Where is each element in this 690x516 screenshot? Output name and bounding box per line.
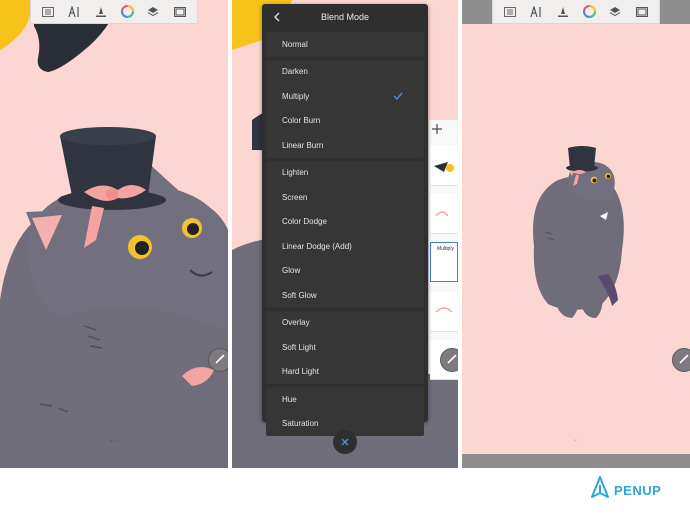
blend-mode-option-label: Soft Light: [282, 342, 316, 352]
blend-mode-option[interactable]: Glow: [266, 259, 424, 284]
blend-mode-option[interactable]: Screen: [266, 185, 424, 210]
canvas-icon[interactable]: [631, 2, 653, 22]
blend-mode-option-label: Overlay: [282, 318, 310, 328]
add-layer-icon[interactable]: [430, 122, 444, 136]
pencil-icon: [215, 351, 225, 369]
drawing-toolbar: [492, 0, 660, 24]
blend-mode-option-label: Screen: [282, 192, 308, 202]
back-arrow-icon[interactable]: [270, 10, 284, 24]
layer-blend-label: Multiply: [437, 246, 454, 252]
blend-mode-option-label: Darken: [282, 67, 308, 77]
layer-thumbnail[interactable]: [430, 146, 458, 186]
blend-mode-header: Blend Mode: [262, 4, 428, 30]
drawing-toolbar: [30, 0, 198, 24]
blend-mode-option-label: Saturation: [282, 419, 319, 429]
bottom-bar: [462, 454, 690, 468]
layers-icon[interactable]: [604, 2, 626, 22]
canvas-panel-zoomed[interactable]: •◦◦: [0, 0, 228, 468]
cat-artwork-full: [533, 146, 624, 318]
pencil-button[interactable]: [208, 348, 228, 372]
blend-mode-option-label: Linear Burn: [282, 140, 324, 150]
blend-mode-option-label: Hue: [282, 394, 297, 404]
layer-thumbnail[interactable]: [430, 194, 458, 234]
pencil-button[interactable]: [440, 348, 458, 372]
pen-icon[interactable]: [90, 2, 112, 22]
pencil-icon: [679, 351, 689, 369]
blend-mode-dialog: Blend Mode Normal Darken Multiply Color Bur…: [262, 4, 428, 436]
color-wheel-icon[interactable]: [116, 2, 138, 22]
blend-mode-option[interactable]: Lighten: [266, 161, 424, 186]
layer-thumbnail[interactable]: [430, 292, 458, 332]
pencil-button[interactable]: [672, 348, 690, 372]
blend-mode-option[interactable]: Color Dodge: [266, 210, 424, 235]
blend-mode-option[interactable]: Color Burn: [266, 109, 424, 134]
cat-artwork-zoomed: [0, 0, 228, 468]
brand-name: PENUP: [614, 482, 662, 498]
blend-mode-option[interactable]: Soft Glow: [266, 283, 424, 308]
blend-mode-option[interactable]: Linear Dodge (Add): [266, 234, 424, 259]
screenshot-collage: •◦◦ Multiply Blend Mode Normal Darken Mu…: [0, 0, 690, 516]
page-indicator: •: [574, 436, 578, 445]
blend-mode-option-label: Color Burn: [282, 116, 321, 126]
blend-mode-group: Normal: [266, 32, 424, 57]
blend-mode-option-label: Lighten: [282, 168, 309, 178]
blend-mode-option-label: Soft Glow: [282, 290, 317, 300]
blend-mode-group: Lighten Screen Color Dodge Linear Dodge (Ad…: [266, 160, 424, 308]
pencil-icon: [447, 351, 457, 369]
check-icon: [392, 90, 404, 102]
blend-mode-option[interactable]: Linear Burn: [266, 133, 424, 158]
blend-mode-option[interactable]: Hue: [266, 387, 424, 412]
text-brush-icon[interactable]: [63, 2, 85, 22]
blend-mode-option-label: Color Dodge: [282, 217, 327, 227]
canvas-icon[interactable]: [169, 2, 191, 22]
blend-mode-group: Hue Saturation: [266, 387, 424, 436]
color-wheel-icon[interactable]: [578, 2, 600, 22]
blend-mode-option-label: Hard Light: [282, 367, 319, 377]
penup-logo: PENUP: [590, 474, 661, 506]
blend-mode-option-label: Linear Dodge (Add): [282, 241, 352, 251]
pen-icon[interactable]: [552, 2, 574, 22]
blend-mode-option[interactable]: Hard Light: [266, 360, 424, 385]
blend-mode-option-label: Glow: [282, 266, 301, 276]
blend-mode-option-label: Multiply: [282, 91, 310, 101]
blend-mode-option[interactable]: Overlay: [266, 311, 424, 336]
menu-icon[interactable]: [37, 2, 59, 22]
penup-logo-icon: [590, 475, 610, 506]
blend-mode-panel: Multiply Blend Mode Normal Darken Multiply…: [232, 0, 458, 468]
close-button[interactable]: [333, 430, 357, 454]
text-brush-icon[interactable]: [525, 2, 547, 22]
layers-icon[interactable]: [142, 2, 164, 22]
blend-mode-option[interactable]: Soft Light: [266, 335, 424, 360]
close-icon: [341, 433, 349, 451]
canvas-panel-full[interactable]: •: [462, 0, 690, 468]
blend-mode-group: Overlay Soft Light Hard Light: [266, 310, 424, 385]
blend-mode-option[interactable]: Multiply: [266, 84, 424, 109]
blend-mode-option-label: Normal: [282, 39, 308, 49]
blend-mode-option[interactable]: Normal: [266, 32, 424, 57]
blend-mode-group: Darken Multiply Color Burn Linear Burn: [266, 59, 424, 158]
menu-icon[interactable]: [499, 2, 521, 22]
blend-mode-list: Normal Darken Multiply Color Burn Linear Bur…: [262, 32, 428, 436]
blend-mode-option[interactable]: Darken: [266, 60, 424, 85]
blend-mode-title: Blend Mode: [320, 12, 370, 22]
page-indicator: •◦◦: [110, 436, 122, 445]
